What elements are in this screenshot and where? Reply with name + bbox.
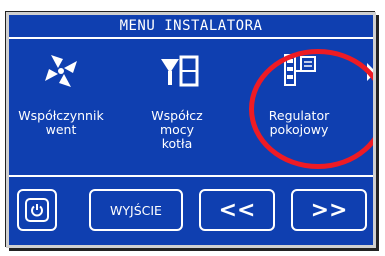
power-button[interactable] (17, 189, 57, 231)
exit-button[interactable]: WYJŚCIE (89, 189, 183, 231)
power-icon (25, 198, 49, 222)
menu-title: MENU INSTALATORA (9, 15, 373, 39)
tile-label: Współczynnik went (18, 108, 104, 137)
previous-page-button[interactable]: << (199, 189, 275, 231)
installer-menu-screen: MENU INSTALATORA Współczynnik went Współ… (6, 12, 376, 248)
next-page-button[interactable]: >> (291, 189, 367, 231)
tile-label: Regulator pokojowy (268, 108, 330, 137)
divider (9, 175, 373, 177)
scroll-right-arrow-icon[interactable] (367, 63, 373, 81)
tile-ventilation-factor[interactable]: Współczynnik went (11, 45, 111, 171)
boiler-power-icon (127, 51, 227, 91)
room-regulator-icon (249, 51, 349, 91)
tile-boiler-power-factor[interactable]: Współcz mocy kotła (127, 45, 227, 171)
tile-room-regulator[interactable]: Regulator pokojowy (249, 45, 349, 171)
tile-label: Współcz mocy kotła (151, 108, 203, 151)
fan-icon (11, 51, 111, 91)
